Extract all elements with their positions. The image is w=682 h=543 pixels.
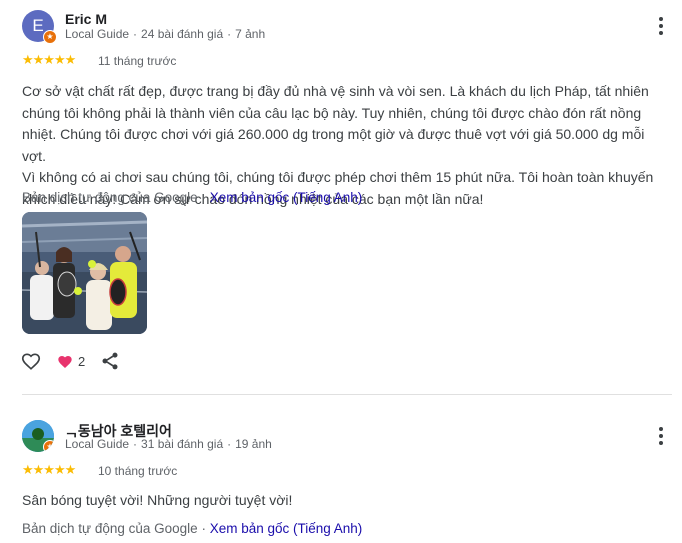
photo-count: 19 ảnh bbox=[235, 437, 272, 451]
review-text-line: chúng tôi không phải là thành viên của c… bbox=[22, 104, 642, 121]
avatar[interactable]: ★ bbox=[22, 420, 54, 452]
review-photo[interactable] bbox=[22, 212, 147, 334]
star-rating: ★★★★★ bbox=[22, 52, 76, 67]
review-time: 11 tháng trước bbox=[98, 54, 177, 68]
translation-row: Bản dịch tự động của Google · Xem bản gố… bbox=[22, 521, 362, 536]
divider bbox=[22, 394, 672, 395]
translation-row: Bản dịch tự động của Google · Xem bản gố… bbox=[22, 190, 362, 205]
local-guide-label: Local Guide bbox=[65, 27, 130, 41]
heart-filled-icon bbox=[58, 356, 72, 368]
share-icon[interactable] bbox=[100, 351, 120, 371]
review-text-line: nhiệt. Chúng tôi được chơi với giá 260.0… bbox=[22, 126, 645, 164]
review-count: 24 bài đánh giá bbox=[141, 27, 224, 41]
translation-note: Bản dịch tự động của Google bbox=[22, 190, 198, 205]
like-count: 2 bbox=[78, 354, 86, 369]
local-guide-star-icon: ★ bbox=[43, 30, 57, 44]
local-guide-label: Local Guide bbox=[65, 437, 130, 451]
review-text-line: Vì không có ai chơi sau chúng tôi, chúng… bbox=[22, 169, 654, 185]
review-text-line: Cơ sở vật chất rất đẹp, được trang bị đầ… bbox=[22, 83, 649, 99]
star-rating: ★★★★★ bbox=[22, 462, 76, 477]
review-text: Sân bóng tuyệt vời! Những người tuyệt vờ… bbox=[22, 492, 293, 508]
local-guide-star-icon: ★ bbox=[43, 440, 54, 452]
heart-outline-icon[interactable] bbox=[20, 350, 42, 372]
translation-note: Bản dịch tự động của Google bbox=[22, 521, 198, 536]
review-count: 31 bài đánh giá bbox=[141, 437, 224, 451]
view-original-link[interactable]: Xem bản gốc (Tiếng Anh) bbox=[210, 190, 363, 205]
more-vert-icon[interactable] bbox=[654, 425, 668, 447]
more-vert-icon[interactable] bbox=[654, 15, 668, 37]
separator: · bbox=[201, 190, 206, 205]
avatar[interactable]: E ★ bbox=[22, 10, 57, 44]
reviewer-meta: Local Guide · 24 bài đánh giá · 7 ảnh bbox=[65, 27, 266, 41]
avatar-letter: E bbox=[32, 16, 44, 35]
reviewer-name[interactable]: Eric M bbox=[65, 11, 107, 27]
view-original-link[interactable]: Xem bản gốc (Tiếng Anh) bbox=[210, 521, 363, 536]
separator: · bbox=[201, 521, 206, 536]
reviewer-meta: Local Guide · 31 bài đánh giá · 19 ảnh bbox=[65, 437, 272, 451]
review-time: 10 tháng trước bbox=[98, 464, 178, 478]
review-photo-image bbox=[22, 212, 147, 334]
photo-count: 7 ảnh bbox=[235, 27, 266, 41]
